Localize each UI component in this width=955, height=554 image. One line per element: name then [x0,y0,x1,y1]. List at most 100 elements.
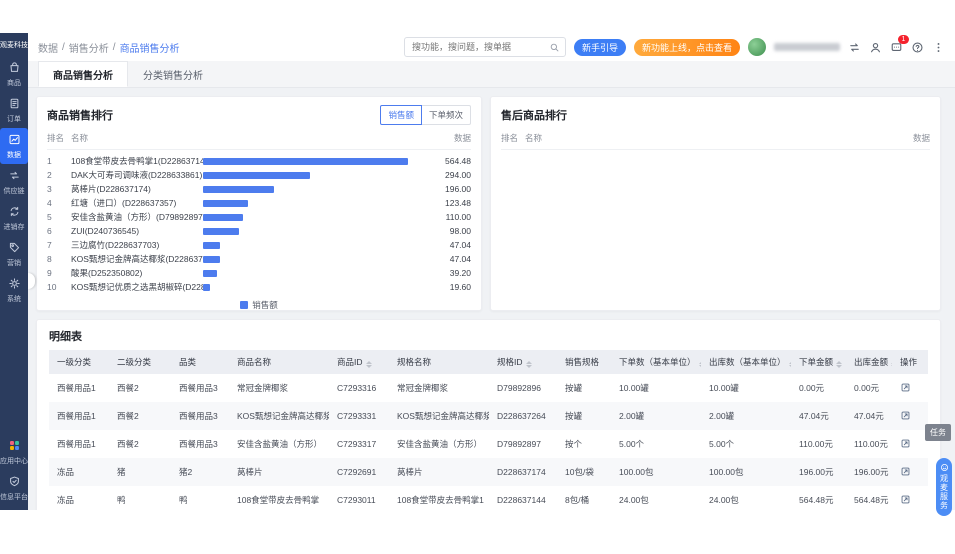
rank-number: 5 [47,212,52,222]
table-cell: 5.00个 [611,430,701,458]
service-floating-button[interactable]: 观麦服务 [936,458,952,516]
column-header-商品ID[interactable]: 商品ID [329,350,389,374]
sidebar-item-进销存[interactable]: 进销存 [0,200,28,236]
sidebar-item-应用中心[interactable]: 应用中心 [0,434,28,470]
value-bar [203,269,218,277]
bar-track [203,213,421,221]
breadcrumb-item[interactable]: 商品销售分析 [120,40,180,55]
more-icon[interactable] [932,41,945,54]
gear-icon [8,277,21,292]
content-area: 商品销售排行 销售额 下单频次 排名 名称 数据 1 108食堂带皮去骨鸭掌1(D… [28,88,955,510]
sidebar-item-数据[interactable]: 数据 [0,128,28,164]
table-cell: C7293317 [329,430,389,458]
sidebar-item-商品[interactable]: 商品 [0,56,28,92]
table-cell: 西餐用品3 [171,402,229,430]
support-icon[interactable] [869,41,882,54]
help-icon[interactable] [911,41,924,54]
avatar[interactable] [748,38,766,56]
table-cell: 564.48元 [791,486,846,510]
search-input[interactable] [409,41,549,53]
bar-track [203,283,421,291]
sort-caret-icon[interactable] [698,361,701,368]
sidebar-item-供应链[interactable]: 供应链 [0,164,28,200]
table-cell: 10包/袋 [557,458,611,486]
search-icon[interactable] [549,42,560,53]
promo-button[interactable]: 新功能上线，点击查看 [633,38,740,56]
sidebar-item-信息平台[interactable]: 信息平台 [0,470,28,506]
table-cell: 西餐用品3 [171,430,229,458]
sidebar-item-系统[interactable]: 系统 [0,272,28,308]
product-name: DAK大可寿司调味液(D228633861) [71,170,203,180]
breadcrumb-item[interactable]: 销售分析 [69,40,109,55]
legend-label: 销售额 [252,300,278,310]
sidebar-item-营销[interactable]: 营销 [0,236,28,272]
table-cell: 西餐用品1 [49,402,109,430]
bar-track [203,255,421,263]
rank-number: 1 [47,156,52,166]
column-header-出库金额[interactable]: 出库金额 [846,350,892,374]
sidebar-bottom-nav: 应用中心 信息平台 [0,434,28,506]
metric-toggle: 销售额 下单频次 [380,104,471,125]
sort-caret-icon[interactable] [891,361,892,368]
supply-chain-icon [8,169,21,184]
rank-number: 7 [47,240,52,250]
table-cell: 100.00包 [611,458,701,486]
table-cell: 猪2 [171,458,229,486]
sort-caret-icon[interactable] [788,361,791,368]
chart-row: 4 红塘（进口）(D228637357) 123.48 [47,196,471,210]
table-cell: 西餐2 [109,430,171,458]
message-icon[interactable]: 1 [890,34,909,54]
tab-category-sales-analysis[interactable]: 分类销售分析 [128,61,218,87]
column-header-操作: 操作 [892,350,928,374]
switch-account-icon[interactable] [848,41,861,54]
sidebar-item-label: 进销存 [3,224,25,231]
row-detail-button[interactable] [900,466,911,477]
column-header-下单金额[interactable]: 下单金额 [791,350,846,374]
product-name: 108食堂带皮去骨鸭掌1(D228637144) [71,156,203,166]
name-col-label: 名称 [71,133,89,143]
table-row: 西餐用品1 西餐2 西餐用品3 常冠金牌椰浆 C7293316 常冠金牌椰浆 D798928… [49,374,928,402]
chart-row: 6 ZUI(D240736545) 98.00 [47,224,471,238]
value-bar [203,283,211,291]
aftersale-empty-body [501,150,930,302]
value-bar [203,227,239,235]
table-cell: D228637264 [489,402,557,430]
breadcrumb-item[interactable]: 数据 [38,40,58,55]
table-cell: 0.00元 [846,374,892,402]
column-header-一级分类: 一级分类 [49,350,109,374]
value-label: 98.00 [449,226,471,236]
row-detail-button[interactable] [900,438,911,449]
table-cell: 西餐2 [109,374,171,402]
column-header-下单数（基本单位）[interactable]: 下单数（基本单位） [611,350,701,374]
row-detail-button[interactable] [900,382,911,393]
table-cell: 按罐 [557,374,611,402]
sales-rank-card: 商品销售排行 销售额 下单频次 排名 名称 数据 1 108食堂带皮去骨鸭掌1(D… [36,96,482,311]
bar-track [203,227,421,235]
value-bar [203,213,243,221]
sort-caret-icon[interactable] [365,361,372,368]
table-row: 冻品猪猪2 莴棒片 C7292691 莴棒片 D228637174 10包/袋 100.00… [49,458,928,486]
sidebar-item-订单[interactable]: 订单 [0,92,28,128]
metric-order-frequency-button[interactable]: 下单频次 [421,104,471,125]
guide-button[interactable]: 新手引导 [573,38,626,56]
row-detail-button[interactable] [900,494,911,505]
chart-row: 5 安佳含盐黄油（方形）(D79892897) 110.00 [47,210,471,224]
value-label: 123.48 [445,198,471,208]
bag-icon [8,61,21,76]
value-label: 196.00 [445,184,471,194]
chart-row: 3 莴棒片(D228637174) 196.00 [47,182,471,196]
sort-caret-icon[interactable] [836,361,843,368]
table-cell: 莴棒片 [229,458,329,486]
sort-caret-icon[interactable] [525,361,532,368]
column-header-出库数（基本单位）[interactable]: 出库数（基本单位） [701,350,791,374]
product-name: ZUI(D240736545) [71,226,140,236]
column-header-规格ID[interactable]: 规格ID [489,350,557,374]
metric-sales-amount-button[interactable]: 销售额 [380,104,422,125]
table-cell: KOS甄想记金牌高达椰浆 [389,402,489,430]
table-cell: 196.00元 [846,458,892,486]
task-floating-tab[interactable]: 任务 [925,424,951,441]
row-detail-button[interactable] [900,410,911,421]
column-header-二级分类: 二级分类 [109,350,171,374]
value-bar [203,171,310,179]
tab-product-sales-analysis[interactable]: 商品销售分析 [38,61,128,87]
